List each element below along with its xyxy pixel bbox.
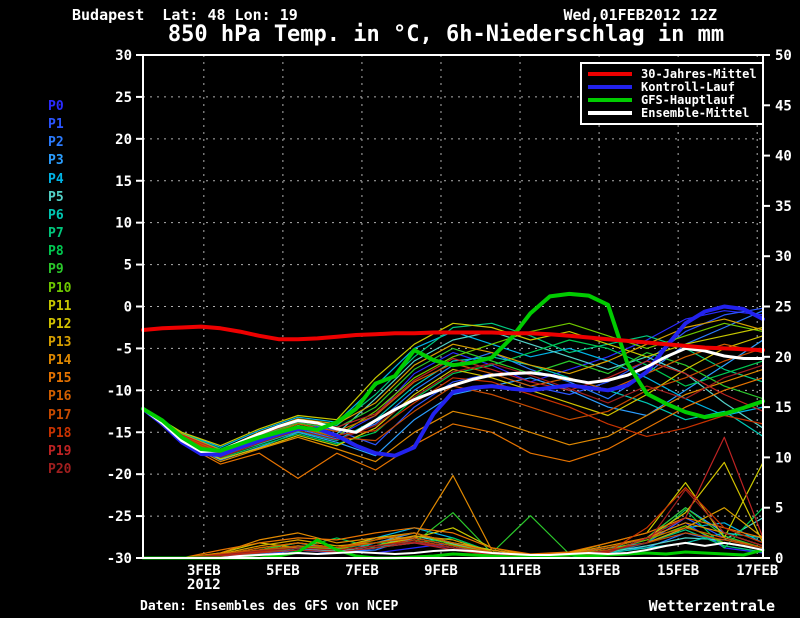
data-source-text: Daten: Ensembles des GFS von NCEP xyxy=(140,599,398,614)
left-axis-tick-label: 20 xyxy=(115,132,132,148)
right-axis-tick-label: 30 xyxy=(775,249,792,265)
left-axis-tick-label: 15 xyxy=(115,174,132,190)
x-axis-date-label: 15FEB xyxy=(657,563,699,579)
left-axis-tick-label: 5 xyxy=(124,258,132,274)
legend-line-swatch xyxy=(588,85,632,89)
left-axis-tick-label: 10 xyxy=(115,216,132,232)
right-axis-tick-label: 5 xyxy=(775,501,783,517)
legend-label: Kontroll-Lauf xyxy=(641,81,735,93)
left-axis-tick-label: -30 xyxy=(107,551,132,567)
left-axis-tick-label: -20 xyxy=(107,467,132,483)
legend-row: 30-Jahres-Mittel xyxy=(588,68,756,80)
x-axis-date-label: 17FEB xyxy=(736,563,778,579)
left-axis-tick-label: -25 xyxy=(107,509,132,525)
left-axis-tick-label: 25 xyxy=(115,90,132,106)
legend-row: Ensemble-Mittel xyxy=(588,107,756,119)
x-axis-date-label: 5FEB xyxy=(266,563,300,579)
right-axis-tick-label: 35 xyxy=(775,199,792,215)
right-axis-tick-label: 10 xyxy=(775,450,792,466)
right-axis-tick-label: 20 xyxy=(775,350,792,366)
right-axis-tick-label: 25 xyxy=(775,300,792,316)
series-Kontroll-Lauf xyxy=(143,307,763,456)
legend-box: 30-Jahres-MittelKontroll-LaufGFS-Hauptla… xyxy=(580,62,764,125)
legend-line-swatch xyxy=(588,98,632,102)
right-axis-tick-label: 40 xyxy=(775,149,792,165)
legend-row: Kontroll-Lauf xyxy=(588,81,756,93)
legend-line-swatch xyxy=(588,72,632,76)
wetterzentrale-ensemble-meteogram: { "header": { "station": "Budapest Lat: … xyxy=(0,0,800,618)
series-30-Jahres-Mittel xyxy=(143,327,763,351)
left-axis-tick-label: -15 xyxy=(107,425,132,441)
x-axis-date-label: 13FEB xyxy=(578,563,620,579)
right-axis-tick-label: 15 xyxy=(775,400,792,416)
legend-label: 30-Jahres-Mittel xyxy=(641,68,757,80)
right-axis-tick-label: 45 xyxy=(775,98,792,114)
left-axis-tick-label: -10 xyxy=(107,383,132,399)
legend-label: Ensemble-Mittel xyxy=(641,107,749,119)
left-axis-tick-label: 0 xyxy=(124,300,132,316)
left-axis-tick-label: 30 xyxy=(115,48,132,64)
left-axis-tick-label: -5 xyxy=(115,341,132,357)
legend-label: GFS-Hauptlauf xyxy=(641,94,735,106)
legend-line-swatch xyxy=(588,111,632,115)
legend-row: GFS-Hauptlauf xyxy=(588,94,756,106)
x-axis-date-label: 7FEB xyxy=(345,563,379,579)
x-axis-date-label: 11FEB xyxy=(499,563,541,579)
x-axis-date-label: 9FEB xyxy=(424,563,458,579)
right-axis-tick-label: 50 xyxy=(775,48,792,64)
x-axis-year-label: 2012 xyxy=(187,577,221,593)
brand-text: Wetterzentrale xyxy=(649,597,775,615)
